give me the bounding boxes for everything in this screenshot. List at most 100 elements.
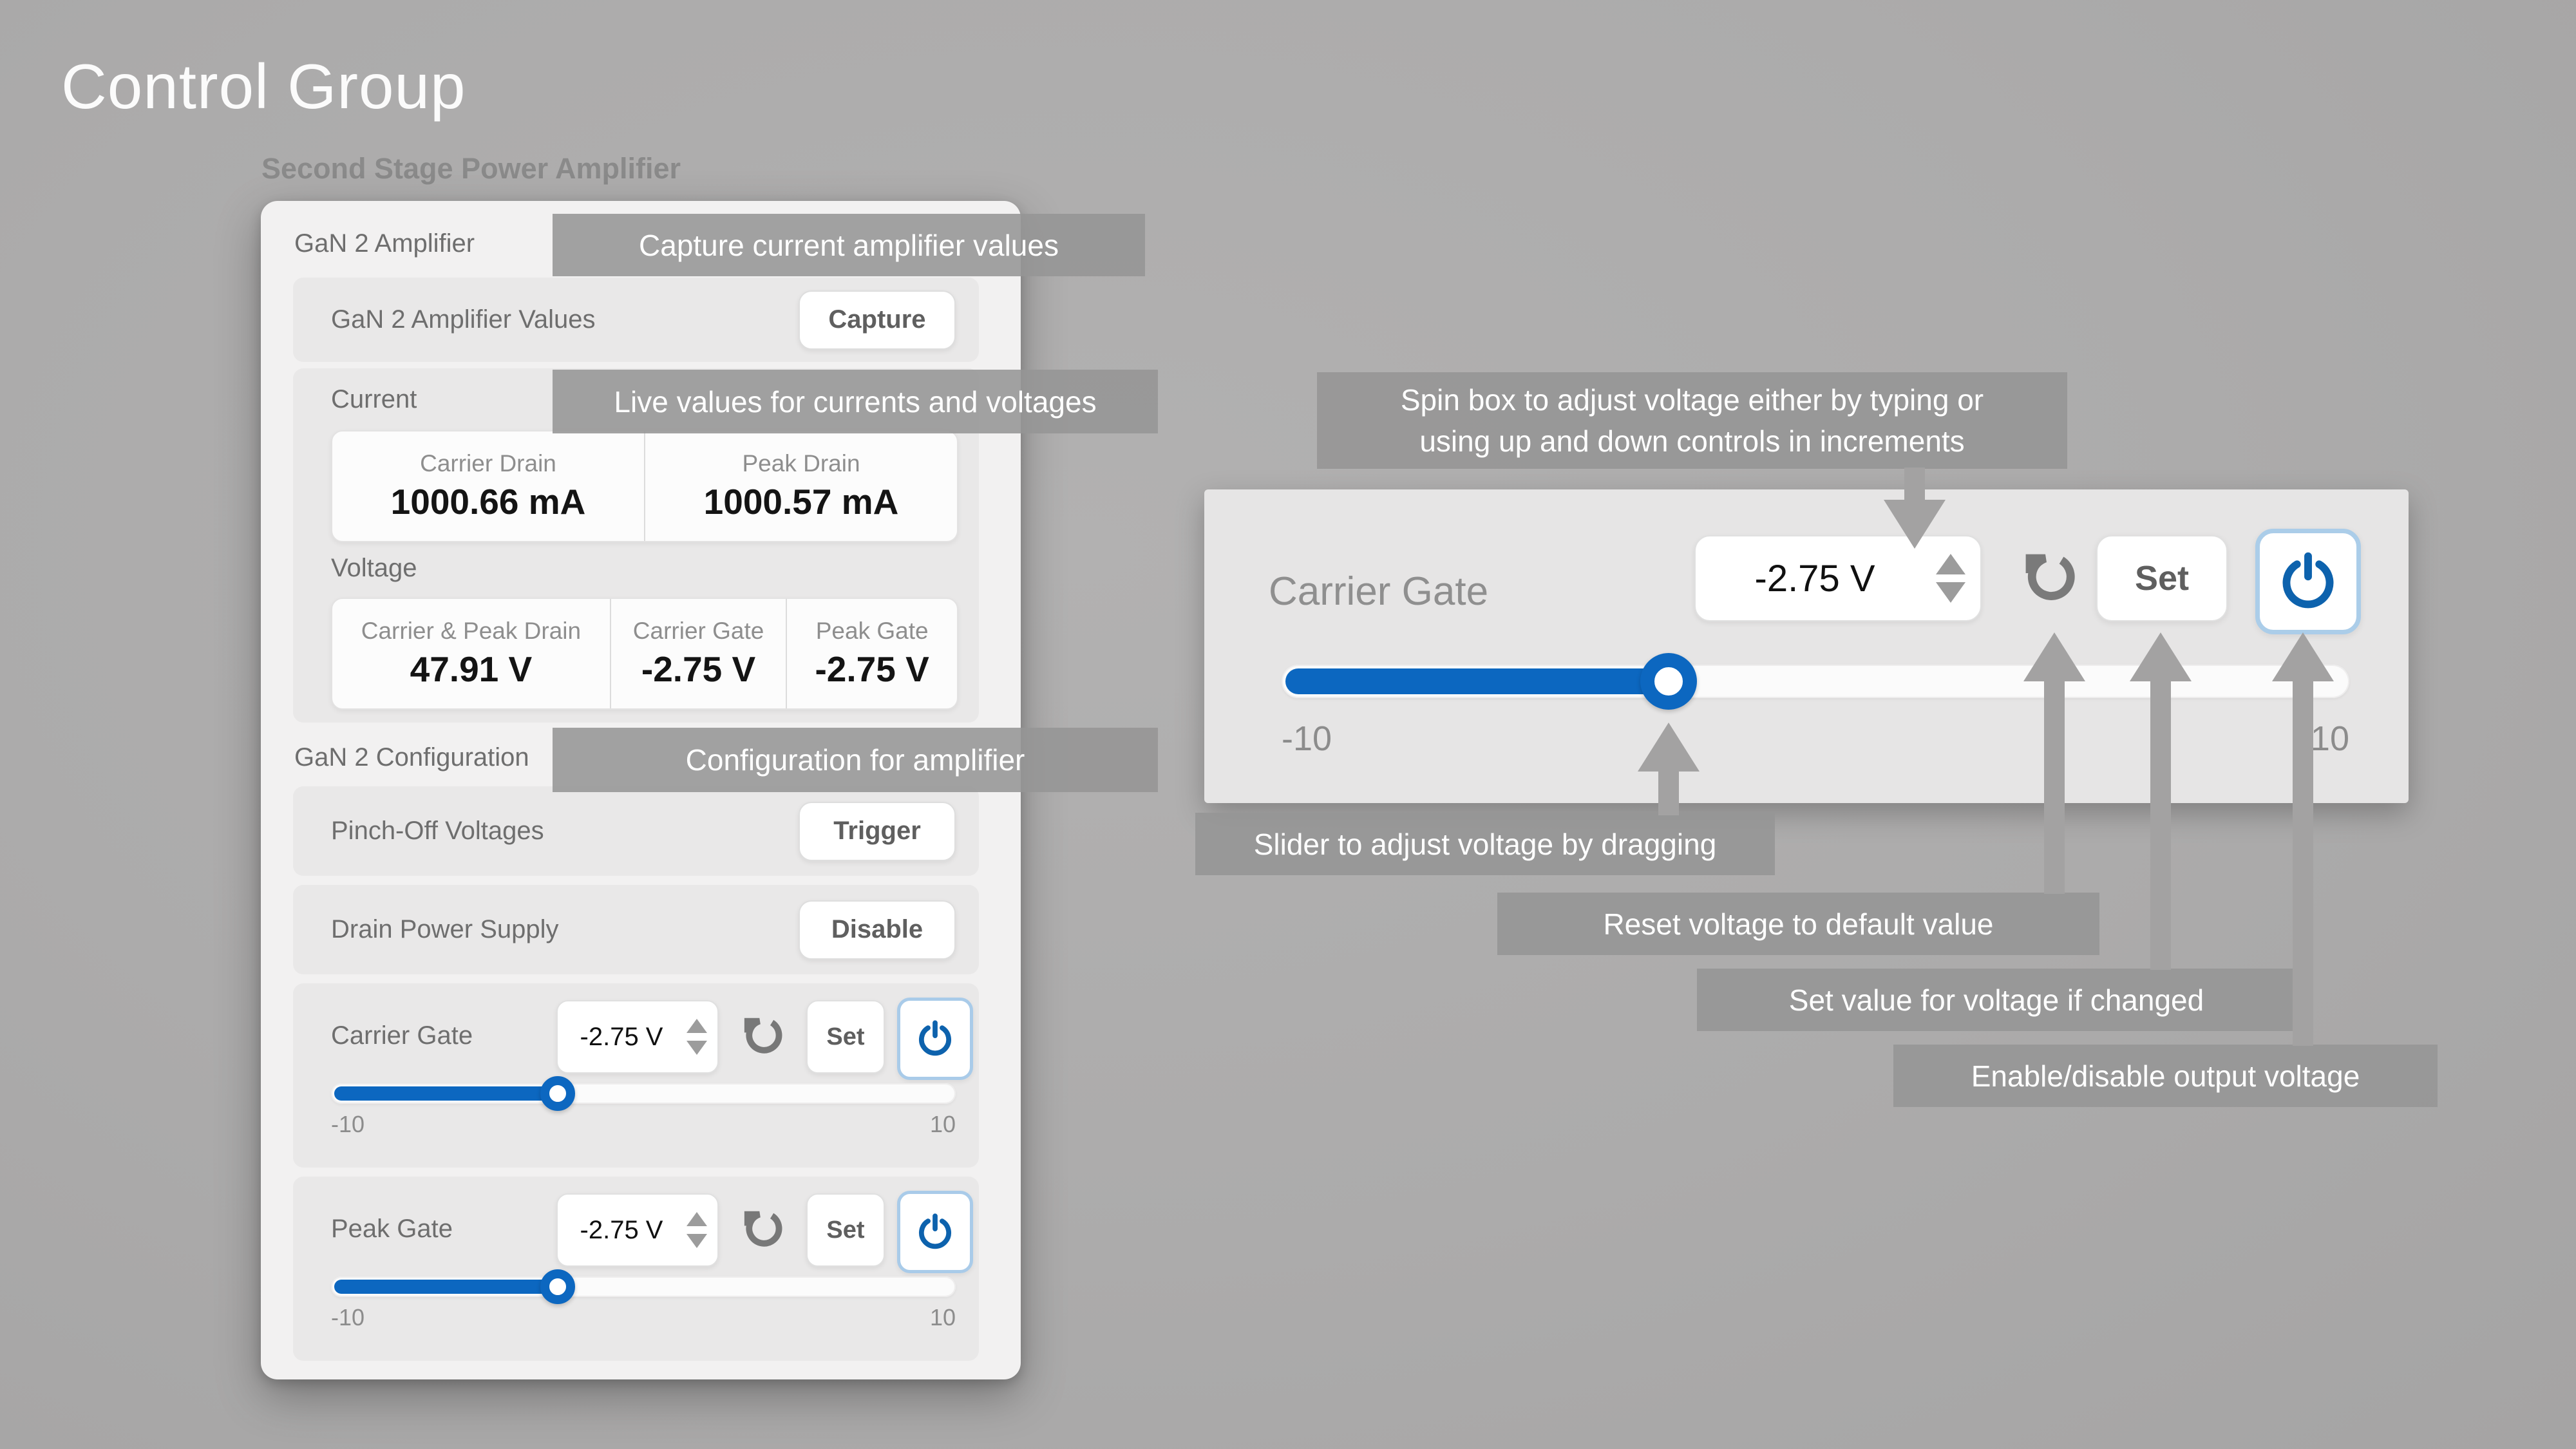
annotation-reset: Reset voltage to default value — [1497, 893, 2099, 955]
section-header-configuration: GaN 2 Configuration — [294, 743, 529, 772]
peak-drain-cell: Peak Drain 1000.57 mA — [644, 431, 957, 541]
detail-spin-steppers — [1921, 554, 1980, 603]
spin-up-icon[interactable] — [1936, 554, 1965, 574]
reset-icon[interactable] — [741, 1205, 788, 1253]
annotation-text: Spin box to adjust voltage either by typ… — [1401, 379, 1984, 421]
slider-max-label: 10 — [930, 1304, 956, 1331]
carrier-peak-drain-label: Carrier & Peak Drain — [361, 618, 581, 645]
spinbox-arrow-shaft — [1904, 468, 1925, 500]
detail-power-toggle[interactable] — [2255, 529, 2361, 634]
carrier-drain-cell: Carrier Drain 1000.66 mA — [332, 431, 644, 541]
annotation-text: Set value for voltage if changed — [1789, 980, 2204, 1021]
annotation-capture: Capture current amplifier values — [553, 214, 1145, 276]
annotation-slider: Slider to adjust voltage by dragging — [1195, 813, 1775, 875]
slider-min-label: -10 — [331, 1304, 365, 1331]
carrier-gate-voltage-cell: Carrier Gate -2.75 V — [610, 599, 786, 708]
carrier-gate-voltage-value: -2.75 V — [641, 649, 755, 690]
carrier-gate-power-toggle[interactable] — [897, 998, 973, 1080]
slider-fill — [334, 1086, 554, 1101]
carrier-gate-spin-steppers — [676, 1019, 717, 1055]
voltage-section-label: Voltage — [331, 554, 417, 583]
peak-gate-slider[interactable] — [331, 1276, 956, 1297]
annotation-text: Slider to adjust voltage by dragging — [1254, 824, 1717, 865]
power-icon — [916, 1020, 954, 1057]
carrier-gate-spinbox[interactable]: -2.75 V — [556, 1000, 719, 1074]
reset-icon[interactable] — [741, 1012, 788, 1059]
spin-down-icon[interactable] — [687, 1041, 707, 1055]
carrier-gate-label: Carrier Gate — [331, 1000, 473, 1071]
power-icon — [2278, 552, 2338, 611]
slider-min-label: -10 — [331, 1111, 365, 1138]
carrier-drain-label: Carrier Drain — [420, 450, 556, 477]
annotation-set: Set value for voltage if changed — [1697, 969, 2296, 1031]
set-arrow-shaft — [2150, 680, 2171, 970]
carrier-gate-voltage-label: Carrier Gate — [633, 618, 764, 645]
reset-icon[interactable] — [2021, 546, 2083, 608]
peak-gate-label: Peak Gate — [331, 1193, 453, 1264]
carrier-drain-value: 1000.66 mA — [391, 481, 586, 522]
peak-gate-spinbox[interactable]: -2.75 V — [556, 1193, 719, 1267]
detail-spin-value[interactable]: -2.75 V — [1696, 557, 1921, 600]
peak-gate-voltage-label: Peak Gate — [816, 618, 929, 645]
power-arrow-shaft — [2293, 680, 2313, 1046]
carrier-gate-spin-value[interactable]: -2.75 V — [558, 1023, 676, 1052]
pinch-off-label: Pinch-Off Voltages — [331, 786, 544, 876]
slider-thumb[interactable] — [540, 1269, 575, 1304]
detail-slider-range-labels: -10 10 — [1282, 719, 2349, 759]
capture-row-label: GaN 2 Amplifier Values — [331, 278, 596, 362]
carrier-gate-set-button[interactable]: Set — [806, 1000, 885, 1074]
spin-down-icon[interactable] — [687, 1234, 707, 1248]
pinch-off-row: Pinch-Off Voltages Trigger — [293, 786, 979, 876]
slider-fill — [1285, 668, 1665, 694]
spin-up-icon[interactable] — [687, 1212, 707, 1226]
annotation-text: Enable/disable output voltage — [1971, 1056, 2360, 1097]
carrier-peak-drain-cell: Carrier & Peak Drain 47.91 V — [332, 599, 610, 708]
carrier-gate-slider[interactable] — [331, 1083, 956, 1104]
capture-button[interactable]: Capture — [799, 290, 956, 350]
slider-range-labels: -10 10 — [331, 1111, 956, 1138]
section-header-amplifier: GaN 2 Amplifier — [294, 229, 475, 258]
slider-fill — [334, 1280, 554, 1294]
peak-gate-voltage-cell: Peak Gate -2.75 V — [786, 599, 957, 708]
annotation-text: using up and down controls in increments — [1419, 421, 1964, 462]
annotation-configuration: Configuration for amplifier — [553, 728, 1158, 792]
slider-max-label: 10 — [930, 1111, 956, 1138]
detail-set-button[interactable]: Set — [2096, 535, 2228, 621]
voltage-values-box: Carrier & Peak Drain 47.91 V Carrier Gat… — [331, 598, 958, 710]
spinbox-arrow-down-icon — [1884, 500, 1946, 549]
slider-arrow-up-icon — [1638, 723, 1700, 772]
annotation-text: Configuration for amplifier — [686, 739, 1025, 781]
peak-gate-set-button[interactable]: Set — [806, 1193, 885, 1267]
peak-gate-control-row: Peak Gate -2.75 V Set -10 10 — [293, 1177, 979, 1361]
peak-drain-label: Peak Drain — [742, 450, 860, 477]
slider-thumb[interactable] — [1640, 653, 1697, 710]
page-title: Control Group — [61, 50, 466, 123]
carrier-gate-detail-panel: Carrier Gate -2.75 V Set -10 10 — [1204, 489, 2409, 803]
annotation-text: Reset voltage to default value — [1603, 904, 1993, 945]
drain-power-label: Drain Power Supply — [331, 885, 559, 974]
disable-button[interactable]: Disable — [799, 900, 956, 960]
annotation-power: Enable/disable output voltage — [1893, 1045, 2438, 1107]
group-subtitle: Second Stage Power Amplifier — [261, 152, 681, 185]
spin-down-icon[interactable] — [1936, 582, 1965, 603]
peak-gate-spin-value[interactable]: -2.75 V — [558, 1216, 676, 1245]
capture-row: GaN 2 Amplifier Values Capture — [293, 278, 979, 362]
reset-arrow-up-icon — [2023, 632, 2085, 681]
trigger-button[interactable]: Trigger — [799, 802, 956, 861]
slider-arrow-shaft — [1658, 770, 1679, 815]
current-section-label: Current — [331, 385, 417, 414]
slider-range-labels: -10 10 — [331, 1304, 956, 1331]
spin-up-icon[interactable] — [687, 1019, 707, 1033]
carrier-peak-drain-value: 47.91 V — [410, 649, 533, 690]
annotation-live-values: Live values for currents and voltages — [553, 370, 1158, 433]
peak-gate-power-toggle[interactable] — [897, 1191, 973, 1273]
peak-gate-voltage-value: -2.75 V — [815, 649, 929, 690]
current-values-box: Carrier Drain 1000.66 mA Peak Drain 1000… — [331, 430, 958, 542]
carrier-gate-control-row: Carrier Gate -2.75 V Set -10 10 — [293, 983, 979, 1168]
drain-power-row: Drain Power Supply Disable — [293, 885, 979, 974]
slider-min-label: -10 — [1282, 719, 1332, 759]
reset-arrow-shaft — [2044, 680, 2065, 894]
slider-thumb[interactable] — [540, 1076, 575, 1111]
power-arrow-up-icon — [2272, 632, 2334, 681]
annotation-text: Capture current amplifier values — [639, 225, 1059, 266]
